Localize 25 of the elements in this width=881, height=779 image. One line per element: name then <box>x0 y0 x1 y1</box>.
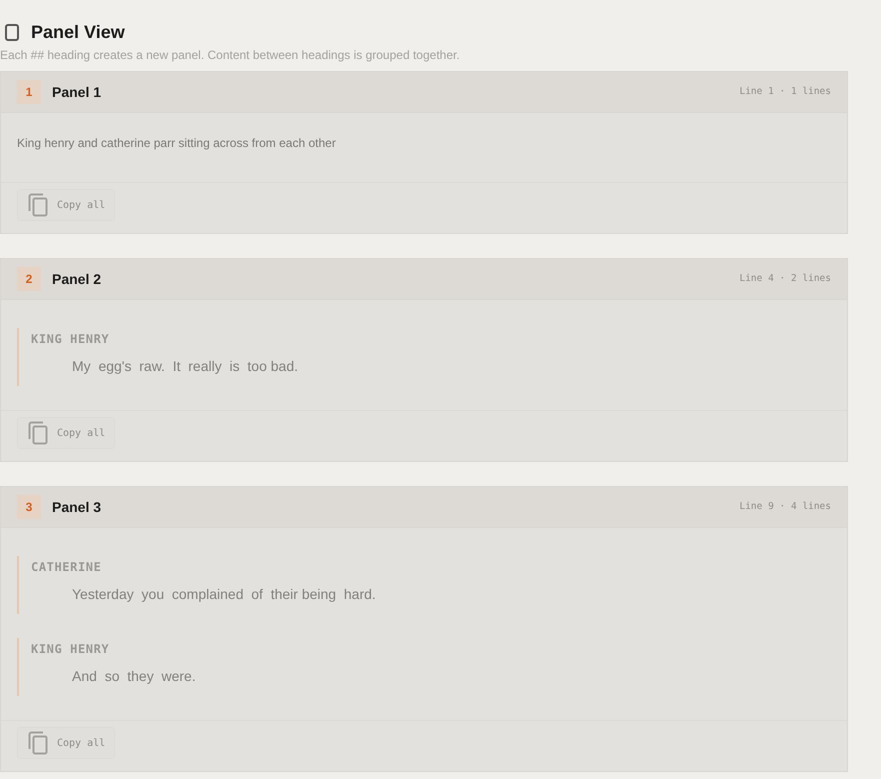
dialogue-line: And so they were. <box>72 667 196 686</box>
copy-icon <box>28 421 48 445</box>
page-title: Panel View <box>31 21 125 43</box>
panel-title: Panel 1 <box>52 82 102 102</box>
character-name: KING HENRY <box>31 331 110 348</box>
dialogue-line: My egg's raw. It really is too bad. <box>72 357 298 376</box>
panel-icon <box>5 24 19 40</box>
panel-title: Panel 2 <box>52 270 102 288</box>
panel-text: King henry and catherine parr sitting across from each other <box>17 135 336 152</box>
panel-number-badge: 2 <box>17 267 41 291</box>
dialogue-line: Yesterday you complained of their being hard. <box>72 585 376 604</box>
copy-all-button[interactable]: Copy all <box>17 727 116 759</box>
page-subtitle: Each ## heading creates a new panel. Content between headings is grouped together. <box>0 47 460 63</box>
line-info: Line 9 · 4 lines <box>739 500 831 514</box>
character-name: CATHERINE <box>31 559 102 576</box>
line-info: Line 4 · 2 lines <box>739 272 831 286</box>
character-name: KING HENRY <box>31 641 110 658</box>
panel-number-badge: 3 <box>17 495 41 519</box>
panel-title: Panel 3 <box>52 498 102 516</box>
copy-all-button[interactable]: Copy all <box>17 189 116 221</box>
copy-icon <box>28 731 48 755</box>
copy-all-button[interactable]: Copy all <box>17 417 116 449</box>
line-info: Line 1 · 1 lines <box>739 84 831 99</box>
panel-number-badge: 1 <box>17 80 41 104</box>
copy-icon <box>28 193 48 217</box>
